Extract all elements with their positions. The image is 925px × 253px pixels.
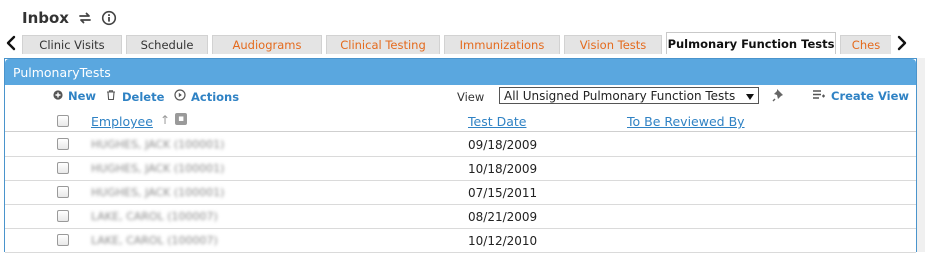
cell-test-date: 10/12/2010	[468, 234, 538, 248]
row-checkbox[interactable]	[57, 234, 69, 246]
toolbar: New Delete Actions View All Unsigned Pul…	[5, 85, 916, 109]
cell-employee[interactable]: LAKE, CAROL (100007)	[91, 234, 218, 247]
row-checkbox[interactable]	[57, 162, 69, 174]
row-checkbox[interactable]	[57, 186, 69, 198]
column-filter-icon[interactable]: ▪	[175, 113, 187, 125]
tab-label: Schedule	[140, 38, 194, 52]
actions-label: Actions	[191, 89, 240, 104]
title-bar: Inbox	[22, 7, 117, 29]
tab-label: Vision Tests	[579, 38, 647, 52]
tab-scroll-left-icon[interactable]	[2, 32, 20, 54]
list-filter-icon	[813, 89, 825, 103]
view-label: View	[457, 90, 485, 104]
create-view-button[interactable]: Create View	[813, 89, 909, 103]
trash-icon	[105, 89, 117, 104]
tab-scroll-right-icon[interactable]	[893, 32, 911, 54]
new-label: New	[68, 89, 97, 103]
view-select[interactable]: All Unsigned Pulmonary Function Tests	[499, 87, 759, 104]
vertical-scrollbar[interactable]	[917, 58, 925, 252]
cell-test-date: 07/15/2011	[468, 186, 538, 200]
delete-label: Delete	[122, 89, 165, 104]
delete-button[interactable]: Delete	[105, 89, 164, 104]
table-row[interactable]: HUGHES, JACK (100001) 10/18/2009	[5, 157, 916, 181]
row-checkbox[interactable]	[57, 138, 69, 150]
select-all-checkbox[interactable]	[57, 115, 69, 127]
table-row[interactable]: LAKE, CAROL (100007) 08/21/2009	[5, 205, 916, 229]
sort-ascending-icon[interactable]: ↑	[160, 113, 170, 127]
tab-clinical-testing[interactable]: Clinical Testing	[326, 35, 440, 54]
tab-label: Clinical Testing	[340, 38, 426, 52]
cell-test-date: 10/18/2009	[468, 162, 538, 176]
tab-ches[interactable]: Ches	[840, 35, 891, 54]
tabs-viewport: Clinic Visits Schedule Audiograms Clinical …	[22, 32, 891, 54]
dropdown-arrow-icon	[746, 89, 754, 103]
pin-icon[interactable]	[771, 87, 787, 103]
panel-header: PulmonaryTests	[5, 59, 916, 85]
cell-employee[interactable]: LAKE, CAROL (100007)	[91, 210, 218, 223]
tab-label: Pulmonary Function Tests	[667, 36, 835, 51]
row-checkbox[interactable]	[57, 210, 69, 222]
tab-schedule[interactable]: Schedule	[126, 35, 208, 54]
refresh-icon[interactable]	[77, 10, 93, 26]
cell-test-date: 08/21/2009	[468, 210, 538, 224]
plus-circle-icon	[53, 89, 63, 103]
column-header-employee[interactable]: Employee	[91, 114, 153, 129]
pulmonary-tests-panel: PulmonaryTests New Delete Actions View A…	[4, 58, 917, 253]
tab-audiograms[interactable]: Audiograms	[212, 35, 322, 54]
tab-strip: Clinic Visits Schedule Audiograms Clinical …	[0, 32, 925, 54]
page-title: Inbox	[22, 9, 69, 27]
cell-employee[interactable]: HUGHES, JACK (100001)	[91, 138, 224, 151]
info-icon[interactable]	[101, 10, 117, 26]
grid-body: HUGHES, JACK (100001) 09/18/2009 HUGHES, J…	[5, 133, 916, 253]
table-row[interactable]: HUGHES, JACK (100001) 07/15/2011	[5, 181, 916, 205]
create-view-label: Create View	[831, 89, 910, 103]
cell-test-date: 09/18/2009	[468, 138, 538, 152]
cell-employee[interactable]: HUGHES, JACK (100001)	[91, 162, 224, 175]
tab-label: Audiograms	[232, 38, 302, 52]
tab-label: Clinic Visits	[39, 38, 105, 52]
tab-label: Immunizations	[459, 38, 545, 52]
column-header-to-be-reviewed-by[interactable]: To Be Reviewed By	[627, 114, 745, 129]
table-row[interactable]: LAKE, CAROL (100007) 10/12/2010	[5, 229, 916, 253]
cell-employee[interactable]: HUGHES, JACK (100001)	[91, 186, 224, 199]
tab-label: Ches	[851, 38, 881, 52]
panel-title: PulmonaryTests	[13, 64, 111, 80]
actions-button[interactable]: Actions	[174, 89, 239, 104]
table-row[interactable]: HUGHES, JACK (100001) 09/18/2009	[5, 133, 916, 157]
tab-vision-tests[interactable]: Vision Tests	[564, 35, 662, 54]
grid-header-row: Employee ↑ ▪ Test Date To Be Reviewed By	[5, 109, 916, 132]
new-button[interactable]: New	[53, 89, 96, 103]
view-selected-value: All Unsigned Pulmonary Function Tests	[504, 88, 736, 103]
column-header-test-date[interactable]: Test Date	[468, 114, 526, 129]
play-circle-icon	[174, 89, 186, 104]
tab-immunizations[interactable]: Immunizations	[444, 35, 560, 54]
tab-clinic-visits[interactable]: Clinic Visits	[22, 35, 122, 54]
tab-pulmonary-function-tests[interactable]: Pulmonary Function Tests	[666, 32, 836, 54]
